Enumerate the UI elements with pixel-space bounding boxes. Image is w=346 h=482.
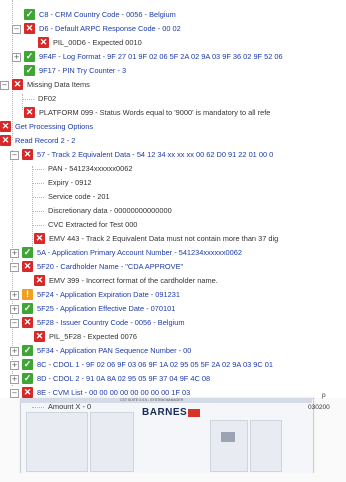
expand-icon[interactable]: +	[10, 361, 19, 370]
pass-icon: ✓	[24, 51, 35, 62]
fail-icon: ✕	[22, 317, 33, 328]
pass-icon: ✓	[22, 303, 33, 314]
tree-row-label: 9F4F - Log Format - 9F 27 01 9F 02 06 5F…	[39, 52, 283, 61]
card-chip-icon	[221, 432, 235, 442]
collapse-icon[interactable]: −	[10, 389, 19, 398]
collapse-icon[interactable]: −	[10, 319, 19, 328]
fail-icon: ✕	[38, 37, 49, 48]
fail-icon: ✕	[22, 149, 33, 160]
tree-row-label: 8D - CDOL 2 - 91 0A 8A 02 95 05 9F 37 04…	[37, 374, 211, 383]
tree-row-label: C8 - CRM Country Code - 0056 - Belgium	[39, 10, 176, 19]
pass-icon: ✓	[24, 65, 35, 76]
expand-icon[interactable]: +	[10, 249, 19, 258]
fail-icon: ✕	[22, 387, 33, 398]
tree-row-label: 5F34 - Application PAN Sequence Number -…	[37, 346, 192, 355]
tree-connector	[22, 99, 34, 100]
fail-icon: ✕	[34, 331, 45, 342]
laptop-right-panel	[250, 420, 282, 472]
tree-row-label: EMV 443 - Track 2 Equivalent Data must n…	[49, 234, 279, 243]
laptop-card-panel	[210, 420, 248, 472]
fail-icon: ✕	[24, 107, 35, 118]
tree-row-label: 5F28 - Issuer Country Code - 0056 - Belg…	[37, 318, 185, 327]
tree-connector	[32, 407, 44, 408]
fail-icon: ✕	[0, 121, 11, 132]
expand-icon[interactable]: +	[10, 347, 19, 356]
tree-connector	[32, 169, 44, 170]
background-text: p	[322, 392, 326, 399]
pass-icon: ✓	[22, 345, 33, 356]
expand-icon[interactable]: +	[10, 305, 19, 314]
tree-row-label: Get Processing Options	[15, 122, 94, 131]
tree-row-label: 57 - Track 2 Equivalent Data - 54 12 34 …	[37, 150, 274, 159]
tree-connector	[32, 225, 44, 226]
fail-icon: ✕	[24, 23, 35, 34]
expand-icon[interactable]: +	[12, 53, 21, 62]
tree-row-label: DF02	[38, 94, 57, 103]
tree-guide-line	[22, 94, 23, 110]
tree-row-label: PIL_00D6 - Expected 0010	[53, 38, 142, 47]
tree-connector	[32, 183, 44, 184]
fail-icon: ✕	[12, 79, 23, 90]
tree-connector	[32, 211, 44, 212]
tree-row-label: PIL_5F28 - Expected 0076	[49, 332, 137, 341]
tree-row-label: 5F20 - Cardholder Name - "CDA APPROVE"	[37, 262, 184, 271]
tree-row-label: CVC Extracted for Test 000	[48, 220, 138, 229]
tree-row-label: D6 - Default ARPC Response Code - 00 02	[39, 24, 181, 33]
tree-row-label: EMV 399 - Incorrect format of the cardho…	[49, 276, 218, 285]
expand-icon[interactable]: +	[10, 375, 19, 384]
fail-icon: ✕	[34, 233, 45, 244]
tree-row-label: PAN - 541234xxxxxx0062	[48, 164, 133, 173]
pass-icon: ✓	[22, 359, 33, 370]
laptop-middle-panel	[90, 412, 134, 472]
test-results-tree: ✓ C8 - CRM Country Code - 0056 - Belgium…	[0, 0, 346, 390]
fail-icon: ✕	[34, 275, 45, 286]
expand-icon[interactable]: +	[10, 291, 19, 300]
laptop-window-title: CST SUITE 2.0.5 - SYSTEM MANAGER	[120, 398, 184, 402]
tree-row-label: 5F24 - Application Expiration Date - 091…	[37, 290, 180, 299]
tree-row-label: 5A - Application Primary Account Number …	[37, 248, 242, 257]
collapse-icon[interactable]: −	[0, 81, 9, 90]
tree-row-label: Service code - 201	[48, 192, 110, 201]
brand-logo-text: BARNES	[142, 407, 188, 418]
brand-logo-mark	[188, 409, 200, 417]
tree-row-label: Missing Data Items	[27, 80, 90, 89]
collapse-icon[interactable]: −	[12, 25, 21, 34]
pass-icon: ✓	[24, 9, 35, 20]
tree-row-label: 9F17 - PIN Try Counter - 3	[39, 66, 127, 75]
tree-guide-line	[12, 0, 13, 140]
tree-row-label: 5F25 - Application Effective Date - 0701…	[37, 304, 176, 313]
tree-row-label: PLATFORM 099 - Status Words equal to '90…	[39, 108, 271, 117]
collapse-icon[interactable]: −	[10, 263, 19, 272]
pass-icon: ✓	[22, 373, 33, 384]
fail-icon: ✕	[22, 261, 33, 272]
tree-connector	[32, 197, 44, 198]
background-text: 030200	[308, 404, 330, 411]
tree-row-label: Expiry - 0912	[48, 178, 92, 187]
collapse-icon[interactable]: −	[10, 151, 19, 160]
tree-row-label: Discretionary data - 00000000000000	[48, 206, 172, 215]
tree-row-label: Read Record 2 - 2	[15, 136, 76, 145]
warning-icon: !	[22, 289, 33, 300]
laptop-left-panel	[26, 412, 88, 472]
tree-row-label: 8C - CDOL 1 - 9F 02 06 9F 03 06 9F 1A 02…	[37, 360, 273, 369]
pass-icon: ✓	[22, 247, 33, 258]
fail-icon: ✕	[0, 135, 11, 146]
